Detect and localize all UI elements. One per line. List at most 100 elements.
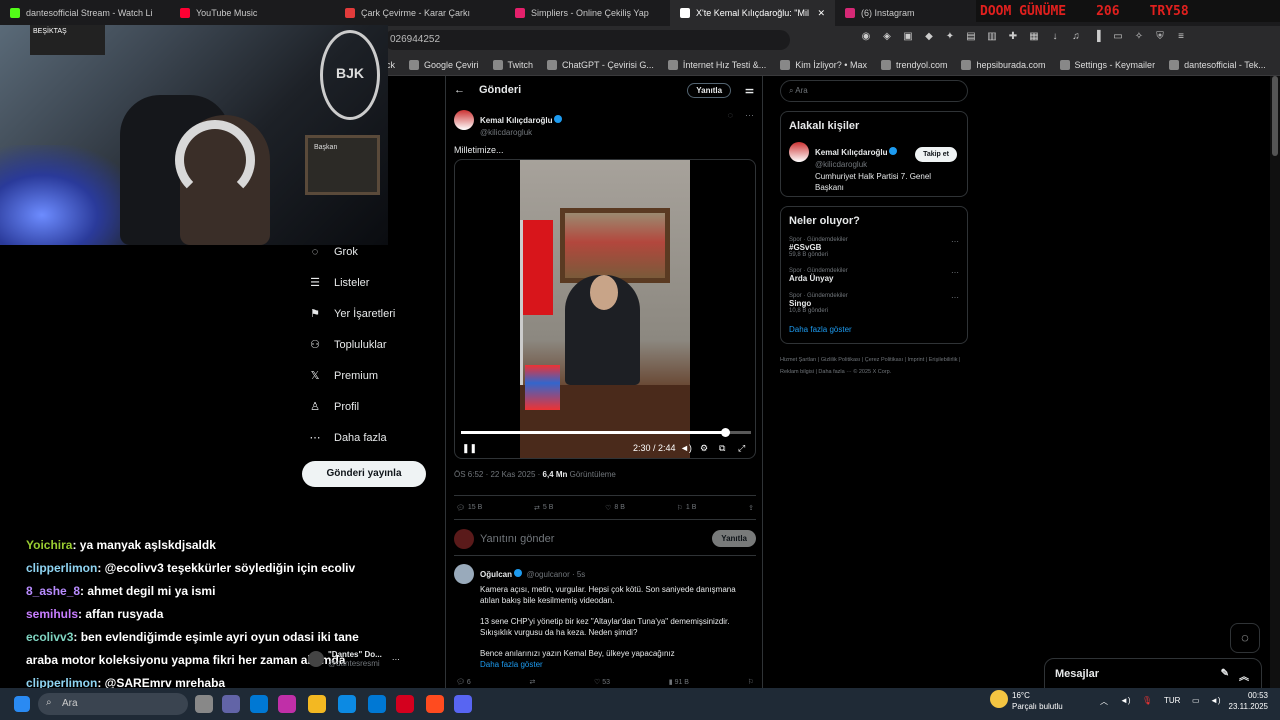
video-player[interactable]: ❚❚ 2:30 / 2:44 ◄) ⚙ ⧉ ⤢: [454, 159, 756, 459]
bookmark-item[interactable]: trendyol.com: [880, 59, 947, 70]
video-progress[interactable]: [461, 428, 751, 437]
bookmark-action[interactable]: ⚐ 1 B: [677, 502, 697, 513]
chat-username[interactable]: ecolivv3: [26, 630, 73, 644]
post-button[interactable]: Gönderi yayınla: [302, 461, 426, 487]
repost-action[interactable]: ⇄ 5 B: [534, 502, 553, 513]
puzzle-icon[interactable]: ✚: [1007, 31, 1019, 43]
sidebar-icon[interactable]: ▐: [1091, 31, 1103, 43]
file-explorer-icon[interactable]: [308, 695, 326, 713]
language-indicator[interactable]: TUR: [1164, 696, 1180, 705]
windows-start-icon[interactable]: [14, 696, 30, 712]
footer-links[interactable]: Hizmet Şartları | Gizlilik Politikası | …: [780, 354, 968, 378]
music-icon[interactable]: ♫: [1070, 31, 1082, 43]
nav-item-profile[interactable]: ♙ Profil: [300, 391, 440, 422]
person-name[interactable]: Kemal Kılıçdaroğlu: [815, 148, 887, 157]
outlook-icon[interactable]: [250, 695, 268, 713]
volume-icon[interactable]: ◄): [680, 443, 692, 453]
author-name[interactable]: Kemal Kılıçdaroğlu: [480, 116, 552, 125]
extension-icon[interactable]: ▦: [1028, 31, 1040, 43]
like-action[interactable]: ♡ 8 B: [605, 502, 625, 513]
person-handle[interactable]: @kilicdarogluk: [815, 160, 935, 169]
bookmark-item[interactable]: Twitch: [492, 59, 533, 70]
tab[interactable]: (6) Instagram: [835, 0, 985, 26]
sliders-icon[interactable]: ⚌: [745, 85, 754, 96]
nav-item-list[interactable]: ☰ Listeler: [300, 267, 440, 298]
bookmark-item[interactable]: Settings - Keymailer: [1059, 59, 1155, 70]
bookmark-item[interactable]: Kim İzliyor? • Max: [780, 59, 867, 70]
trend-item[interactable]: Spor · Gündemdekiler Arda Ünyay ⋯: [789, 268, 959, 283]
address-bar[interactable]: 026944252: [384, 30, 790, 50]
bookmark-item[interactable]: ChatGPT - Çevirisi G...: [547, 59, 654, 70]
tab[interactable]: YouTube Music: [170, 0, 335, 26]
reply-input[interactable]: Yanıtını gönder: [480, 533, 706, 545]
bookmark-icon[interactable]: ⚐: [748, 678, 754, 686]
brave-icon[interactable]: [426, 695, 444, 713]
tab[interactable]: X'te Kemal Kılıçdaroğlu: "Mil ✕: [670, 0, 835, 26]
fullscreen-icon[interactable]: ⤢: [738, 443, 745, 454]
store-icon[interactable]: [368, 695, 386, 713]
avatar[interactable]: [454, 110, 474, 130]
opera-icon[interactable]: [396, 695, 414, 713]
bookmark-item[interactable]: İnternet Hız Testi &...: [667, 59, 766, 70]
trend-item[interactable]: Spor · Gündemdekiler #GSvGB 59,8 B gönderi…: [789, 237, 959, 258]
nav-item-communities[interactable]: ⚇ Topluluklar: [300, 329, 440, 360]
reply-action[interactable]: 💬︎ 6: [456, 678, 471, 686]
extension-icon[interactable]: ◆: [923, 31, 935, 43]
account-switcher[interactable]: "Dantes" Do... @dantesresmi ⋯: [308, 650, 438, 668]
show-more-link[interactable]: Daha fazla göster: [480, 659, 756, 670]
extension-icon[interactable]: ✦: [944, 31, 956, 43]
close-tab-icon[interactable]: ✕: [817, 8, 825, 19]
extension-icon[interactable]: ▣: [902, 31, 914, 43]
bookmark-item[interactable]: dantesofficial - Tek...: [1169, 59, 1266, 70]
menu-icon[interactable]: ≡: [1175, 31, 1187, 43]
tab[interactable]: Çark Çevirme - Karar Çarkı: [335, 0, 505, 26]
clock-time[interactable]: 00:53: [1228, 691, 1268, 700]
back-arrow-icon[interactable]: ←: [454, 84, 465, 96]
views-action[interactable]: ▮ 91 B: [669, 678, 689, 686]
search-input[interactable]: ⌕ Ara: [780, 80, 968, 102]
trend-item[interactable]: Spor · Gündemdekiler Singo 10,8 B gönderi ⋯: [789, 293, 959, 314]
edge-icon[interactable]: [338, 695, 356, 713]
chat-username[interactable]: Yoichira: [26, 538, 72, 552]
reply-pill-button[interactable]: Yanıtla: [687, 82, 732, 98]
more-icon[interactable]: ⋯: [951, 268, 959, 277]
grok-icon[interactable]: ◌: [728, 110, 733, 137]
nav-item-grok[interactable]: ◌ Grok: [300, 236, 440, 267]
scrollbar[interactable]: [1270, 76, 1280, 688]
avatar[interactable]: [789, 142, 809, 162]
more-icon[interactable]: ⋯: [745, 110, 754, 137]
extension-icon[interactable]: ◉: [860, 31, 872, 43]
tab[interactable]: Simpliers - Online Çekiliş Yap: [505, 0, 670, 26]
reply-author[interactable]: Oğulcan: [480, 570, 512, 579]
grok-float-button[interactable]: ◌: [1230, 623, 1260, 653]
expand-icon[interactable]: ︽: [1239, 668, 1249, 683]
discord-icon[interactable]: [454, 695, 472, 713]
tab[interactable]: dantesofficial Stream - Watch Li: [0, 0, 170, 26]
taskbar-search[interactable]: ⌕ Ara: [38, 693, 188, 715]
show-more-link[interactable]: Daha fazla göster: [789, 324, 959, 335]
progress-knob[interactable]: [720, 428, 730, 437]
pip-icon[interactable]: ⧉: [719, 443, 725, 454]
network-icon[interactable]: ▭: [1192, 696, 1200, 705]
settings-icon[interactable]: ⚙: [700, 443, 708, 454]
extension-icon[interactable]: ▥: [986, 31, 998, 43]
more-icon[interactable]: ⋯: [951, 237, 959, 246]
extension-icon[interactable]: ◈: [881, 31, 893, 43]
nav-item-more-circle[interactable]: ⋯ Daha fazla: [300, 422, 440, 453]
teams-icon[interactable]: [222, 695, 240, 713]
compose-message-icon[interactable]: ✎: [1221, 668, 1229, 679]
ai-icon[interactable]: ✧: [1133, 31, 1145, 43]
reply-action[interactable]: 💬︎ 15 B: [456, 502, 482, 513]
chat-username[interactable]: clipperlimon: [26, 561, 97, 575]
volume-icon[interactable]: ◄): [1210, 696, 1221, 705]
share-action[interactable]: ⇪: [748, 502, 754, 513]
repost-action[interactable]: ⇄: [529, 678, 535, 686]
more-icon[interactable]: ⋯: [951, 293, 959, 302]
nav-item-bookmark[interactable]: ⚑ Yer İşaretleri: [300, 298, 440, 329]
chevron-up-icon[interactable]: ︿: [1100, 696, 1108, 707]
nav-item-x-logo[interactable]: 𝕏 Premium: [300, 360, 440, 391]
bookmark-item[interactable]: Google Çeviri: [409, 59, 479, 70]
follow-button[interactable]: Takip et: [915, 147, 957, 162]
avatar[interactable]: [454, 564, 474, 584]
shield-icon[interactable]: ⛨: [1154, 31, 1166, 43]
